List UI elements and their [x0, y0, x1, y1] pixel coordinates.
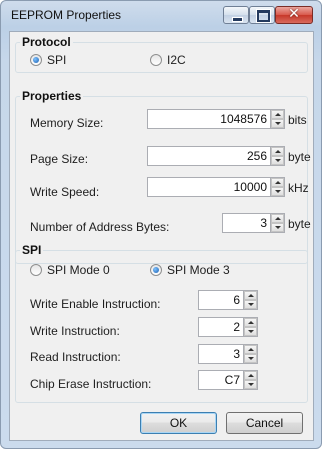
- chip-erase-label: Chip Erase Instruction:: [30, 377, 152, 391]
- maximize-icon: [257, 10, 270, 22]
- address-bytes-label: Number of Address Bytes:: [30, 220, 170, 234]
- spin-up-icon[interactable]: [271, 214, 284, 223]
- cancel-button[interactable]: Cancel: [226, 412, 303, 434]
- memory-size-unit: bits: [288, 113, 307, 127]
- title-bar[interactable]: EEPROM Properties ✕: [1, 1, 321, 31]
- radio-i2c-label[interactable]: I2C: [167, 53, 186, 67]
- address-bytes-input[interactable]: 3: [222, 213, 271, 233]
- spin-up-icon[interactable]: [244, 318, 257, 327]
- properties-legend: Properties: [22, 89, 82, 103]
- page-size-label: Page Size:: [30, 152, 89, 166]
- read-instruction-label: Read Instruction:: [30, 350, 121, 364]
- chip-erase-input[interactable]: C7: [198, 370, 244, 390]
- dialog-body: Protocol SPI I2C Properties Memory Size:…: [9, 31, 314, 441]
- memory-size-spinner[interactable]: [271, 109, 285, 129]
- spin-up-icon[interactable]: [271, 147, 284, 156]
- spin-up-icon[interactable]: [271, 178, 284, 187]
- spin-up-icon[interactable]: [244, 371, 257, 380]
- write-instruction-spinner[interactable]: [244, 317, 258, 337]
- page-size-unit: byte: [288, 150, 311, 164]
- protocol-legend: Protocol: [22, 35, 71, 49]
- maximize-button[interactable]: [249, 6, 275, 24]
- radio-spi-mode-0-label[interactable]: SPI Mode 0: [47, 263, 110, 277]
- ok-button[interactable]: OK: [140, 412, 217, 434]
- chip-erase-spinner[interactable]: [244, 370, 258, 390]
- read-instruction-spinner[interactable]: [244, 344, 258, 364]
- radio-i2c[interactable]: [150, 54, 162, 66]
- radio-spi-mode-3-label[interactable]: SPI Mode 3: [167, 263, 230, 277]
- write-enable-input[interactable]: 6: [198, 290, 244, 310]
- eeprom-properties-window: EEPROM Properties ✕ Protocol SPI I2C Pro…: [0, 0, 322, 449]
- spin-down-icon[interactable]: [244, 380, 257, 389]
- read-instruction-input[interactable]: 3: [198, 344, 244, 364]
- spin-down-icon[interactable]: [244, 327, 257, 336]
- spi-legend: SPI: [22, 243, 42, 257]
- spin-down-icon[interactable]: [271, 156, 284, 165]
- address-bytes-spinner[interactable]: [271, 213, 285, 233]
- close-button[interactable]: ✕: [275, 6, 313, 24]
- write-speed-unit: kHz: [288, 181, 309, 195]
- write-enable-label: Write Enable Instruction:: [30, 297, 161, 311]
- spin-down-icon[interactable]: [271, 223, 284, 232]
- write-instruction-label: Write Instruction:: [30, 324, 120, 338]
- page-size-spinner[interactable]: [271, 146, 285, 166]
- radio-spi-label[interactable]: SPI: [47, 53, 66, 67]
- memory-size-label: Memory Size:: [30, 116, 104, 130]
- write-instruction-input[interactable]: 2: [198, 317, 244, 337]
- write-speed-label: Write Speed:: [30, 185, 100, 199]
- spin-down-icon[interactable]: [271, 187, 284, 196]
- address-bytes-unit: byte: [288, 217, 311, 231]
- memory-size-input[interactable]: 1048576: [147, 109, 271, 129]
- radio-spi-mode-0[interactable]: [30, 264, 42, 276]
- page-size-input[interactable]: 256: [147, 146, 271, 166]
- minimize-icon: [232, 17, 243, 22]
- spin-down-icon[interactable]: [244, 354, 257, 363]
- window-title: EEPROM Properties: [11, 8, 122, 22]
- spin-down-icon[interactable]: [271, 119, 284, 128]
- close-icon: ✕: [288, 6, 300, 22]
- write-enable-spinner[interactable]: [244, 290, 258, 310]
- minimize-button[interactable]: [223, 6, 249, 24]
- write-speed-spinner[interactable]: [271, 177, 285, 197]
- spin-up-icon[interactable]: [271, 110, 284, 119]
- spin-up-icon[interactable]: [244, 291, 257, 300]
- write-speed-input[interactable]: 10000: [147, 177, 271, 197]
- radio-spi-mode-3[interactable]: [150, 264, 162, 276]
- spin-down-icon[interactable]: [244, 300, 257, 309]
- radio-spi[interactable]: [30, 54, 42, 66]
- spin-up-icon[interactable]: [244, 345, 257, 354]
